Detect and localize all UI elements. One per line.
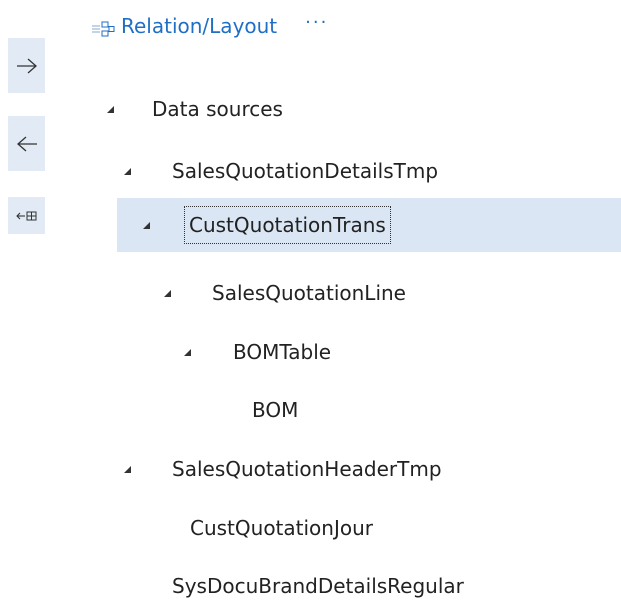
tree-node-salesquotationdetailstmp[interactable]: SalesQuotationDetailsTmp [0,144,621,198]
arrow-left-grid-icon [15,210,38,222]
collapse-triangle-icon[interactable] [160,266,174,320]
tree-node-salesquotationline[interactable]: SalesQuotationLine [0,266,621,320]
tree-node-data-sources[interactable]: Data sources [0,82,621,136]
tree-node-label: SalesQuotationDetailsTmp [172,159,439,183]
tree-node-custquotationtrans[interactable]: CustQuotationTrans [117,198,621,252]
relation-layout-panel: Relation/Layout ··· Data sources SalesQu… [0,0,621,608]
tree-node-label: BOM [252,398,299,422]
collapse-triangle-icon[interactable] [139,198,153,252]
tree-node-label: Data sources [152,97,283,121]
tree-node-label: SysDocuBrandDetailsRegular [172,574,464,598]
tree-node-salesquotationheadertmp[interactable]: SalesQuotationHeaderTmp [0,442,621,496]
tree-node-bom[interactable]: BOM [0,383,621,437]
collapse-triangle-icon[interactable] [180,325,194,379]
arrow-right-icon [16,58,38,74]
panel-header: Relation/Layout ··· [91,8,328,44]
tree-node-bomtable[interactable]: BOMTable [0,325,621,379]
collapse-pane-button[interactable] [8,197,45,234]
collapse-triangle-icon[interactable] [120,442,134,496]
tree-node-label: BOMTable [233,340,332,364]
tree-node-sysdocubranddetailsregular[interactable]: SysDocuBrandDetailsRegular [0,559,621,608]
collapse-triangle-icon[interactable] [103,82,117,136]
relation-icon [91,18,115,37]
panel-title[interactable]: Relation/Layout [121,14,277,38]
tree-node-custquotationjour[interactable]: CustQuotationJour [0,501,621,555]
tree-node-label: SalesQuotationLine [212,281,406,305]
tree-node-label: CustQuotationTrans [184,198,391,252]
tree-node-label: CustQuotationJour [190,516,373,540]
more-options-button[interactable]: ··· [305,12,328,33]
collapse-triangle-icon[interactable] [120,144,134,198]
tree-node-label: SalesQuotationHeaderTmp [172,457,442,481]
